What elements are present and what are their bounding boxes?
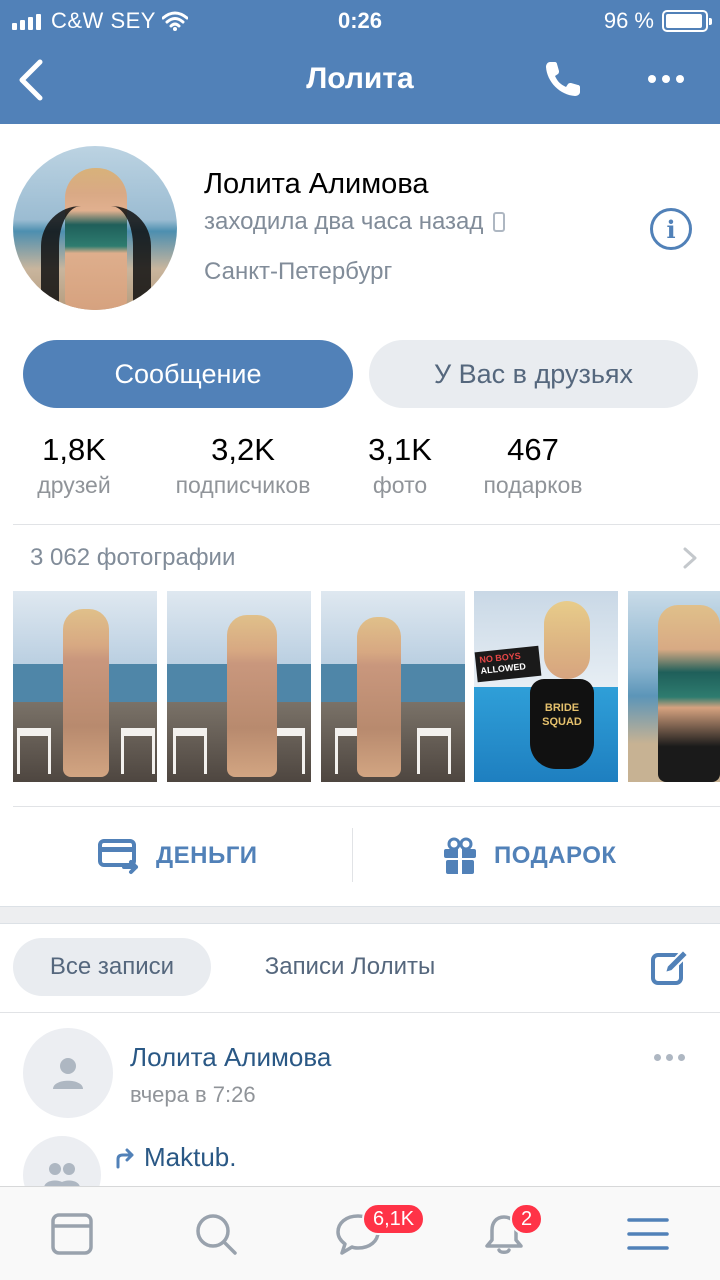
section-separator: [0, 906, 720, 924]
suit-text: BRIDE: [544, 702, 580, 714]
more-dots-icon: [654, 1054, 661, 1061]
tab-messages[interactable]: 6,1K: [318, 1187, 426, 1280]
divider: [13, 806, 720, 807]
gift-button[interactable]: ПОДАРОК: [442, 826, 617, 886]
post-avatar[interactable]: [23, 1028, 113, 1118]
battery-percent: 96 %: [603, 8, 654, 33]
divider: [0, 1012, 720, 1013]
nav-bar: Лолита: [0, 40, 720, 124]
last-seen: заходила два часа назад: [204, 208, 506, 236]
money-button[interactable]: ДЕНЬГИ: [98, 826, 258, 886]
bottom-tab-bar: 6,1K 2: [0, 1186, 720, 1280]
messages-badge: 6,1K: [362, 1203, 426, 1235]
counter-label: друзей: [37, 472, 111, 498]
counter-photos[interactable]: 3,1K фото: [362, 432, 438, 499]
post-author[interactable]: Лолита Алимова: [130, 1042, 331, 1073]
photo-thumbnail[interactable]: [13, 591, 157, 782]
repost-source[interactable]: Maktub.: [114, 1142, 237, 1173]
user-placeholder-icon: [53, 1058, 83, 1089]
photo-thumbnail[interactable]: NO BOYS ALLOWED BRIDE SQUAD: [474, 591, 618, 782]
photo-thumbnail[interactable]: [167, 591, 311, 782]
repost-icon: [116, 1148, 134, 1168]
counter-label: фото: [372, 472, 428, 498]
photos-header[interactable]: 3 062 фотографии: [30, 544, 235, 572]
counter-value: 3,2K: [211, 432, 275, 467]
counter-followers[interactable]: 3,2K подписчиков: [158, 432, 328, 499]
money-label: ДЕНЬГИ: [156, 842, 258, 869]
counter-friends[interactable]: 1,8K друзей: [28, 432, 120, 499]
profile-avatar[interactable]: [13, 146, 177, 310]
message-button[interactable]: Сообщение: [23, 340, 353, 408]
info-button[interactable]: i: [650, 208, 692, 250]
call-button[interactable]: [540, 56, 586, 102]
suit-text: SQUAD: [542, 716, 582, 728]
tab-notifications[interactable]: 2: [464, 1187, 544, 1280]
gift-label: ПОДАРОК: [494, 842, 617, 869]
compose-post-icon[interactable]: [650, 948, 690, 988]
profile-counters: 1,8K друзей 3,2K подписчиков 3,1K фото 4…: [0, 432, 720, 512]
top-bar: C&W SEY 0:26 96 % Лолита: [0, 0, 720, 124]
page-title: Лолита: [306, 62, 414, 95]
tab-own-posts[interactable]: Записи Лолиты: [230, 938, 470, 996]
battery-icon: [662, 10, 712, 32]
photo-thumbnail[interactable]: [321, 591, 465, 782]
newsfeed-icon: [51, 1213, 93, 1255]
counter-label: подписчиков: [175, 472, 311, 498]
gift-icon: [444, 837, 476, 874]
counter-value: 1,8K: [42, 432, 106, 467]
counter-gifts[interactable]: 467 подарков: [470, 432, 596, 499]
menu-icon: [627, 1218, 669, 1250]
post-time: вчера в 7:26: [130, 1082, 256, 1107]
counter-value: 3,1K: [368, 432, 432, 467]
battery-area: 96 %: [603, 8, 712, 34]
divider: [13, 524, 720, 525]
post-more-button[interactable]: [654, 1054, 685, 1061]
counter-value: 467: [507, 432, 559, 467]
more-dots-icon: [648, 75, 656, 83]
vertical-divider: [352, 828, 353, 882]
info-icon: i: [666, 214, 676, 244]
phone-icon: [546, 62, 580, 96]
tab-menu[interactable]: [608, 1187, 688, 1280]
post-author: Maktub.: [144, 1142, 237, 1172]
more-button[interactable]: [640, 56, 692, 102]
friends-status-button[interactable]: У Вас в друзьях: [369, 340, 698, 408]
notifications-badge: 2: [510, 1203, 544, 1235]
profile-name: Лолита Алимова: [204, 168, 429, 200]
money-transfer-icon: [98, 839, 138, 874]
profile-city: Санкт-Петербург: [204, 258, 393, 285]
tab-all-posts[interactable]: Все записи: [13, 938, 211, 996]
mobile-icon: [493, 212, 506, 232]
chevron-right-icon[interactable]: [680, 546, 700, 570]
search-icon: [196, 1214, 237, 1255]
counter-label: подарков: [483, 472, 583, 498]
tab-news[interactable]: [32, 1187, 112, 1280]
status-bar: C&W SEY 0:26 96 %: [0, 0, 720, 40]
last-seen-text: заходила два часа назад: [204, 208, 484, 235]
tab-search[interactable]: [176, 1187, 256, 1280]
photo-thumbnail[interactable]: [628, 591, 720, 782]
photo-swimsuit: BRIDE SQUAD: [530, 679, 594, 769]
